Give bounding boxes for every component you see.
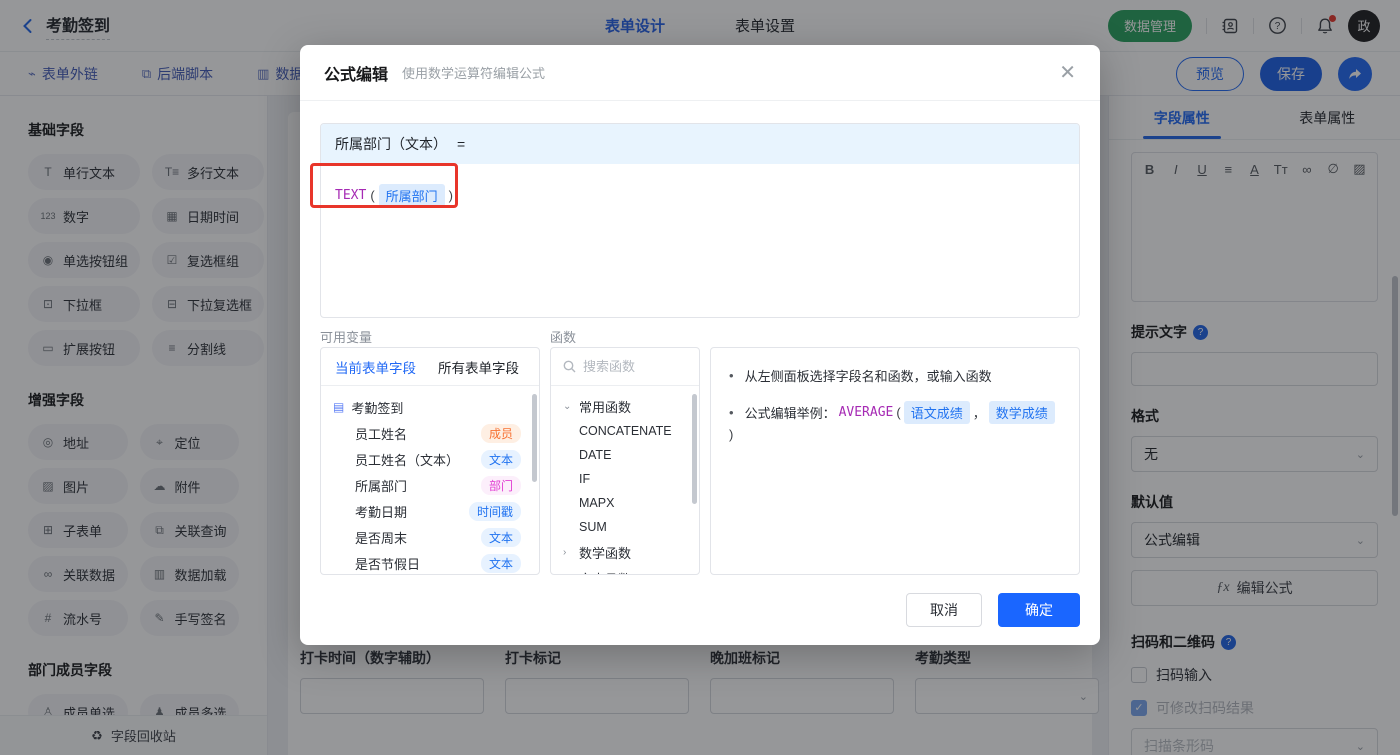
field-type-badge: 成员 xyxy=(480,423,521,443)
function-search xyxy=(551,348,699,386)
variable-item[interactable]: 考勤日期 时间戳 xyxy=(333,498,529,524)
example-field-token: 数学成绩 xyxy=(988,401,1055,424)
variable-item[interactable]: 是否节假日 文本 xyxy=(333,550,529,574)
formula-help-panel: 从左侧面板选择字段名和函数，或输入函数 公式编辑举例： AVERAGE ( 语文… xyxy=(710,347,1080,575)
variable-item[interactable]: 所属部门 部门 xyxy=(333,472,529,498)
field-type-badge: 文本 xyxy=(480,527,521,547)
formula-expression[interactable]: TEXT ( 所属部门 ) xyxy=(321,164,1079,227)
formula-equals: = xyxy=(457,136,466,152)
modal-header: 公式编辑 使用数学运算符编辑公式 ✕ xyxy=(300,45,1100,101)
modal-subtitle: 使用数学运算符编辑公式 xyxy=(402,66,546,81)
variables-panel: 当前表单字段 所有表单字段 ▤ 考勤签到 员工姓名 成员 员工姓名（文本） 文本 xyxy=(320,347,540,575)
modal-title: 公式编辑 xyxy=(324,66,389,84)
form-doc-icon: ▤ xyxy=(333,400,345,414)
formula-editor-modal: 公式编辑 使用数学运算符编辑公式 ✕ 所属部门（文本） = TEXT ( 所属部… xyxy=(300,45,1100,645)
variable-item[interactable]: 员工姓名（文本） 文本 xyxy=(333,446,529,472)
app-window: 考勤签到 表单设计 表单设置 数据管理 ? 政 ⌁ 表单外链 ⧉ 后端脚本 ▥ … xyxy=(0,0,1400,755)
help-tip-1: 从左侧面板选择字段名和函数，或输入函数 xyxy=(729,366,1061,385)
chevron-down-icon: ⌄ xyxy=(563,400,572,412)
formula-close-paren: ) xyxy=(448,188,454,203)
tab-current-form-fields[interactable]: 当前表单字段 xyxy=(335,357,416,377)
function-item[interactable]: DATE xyxy=(563,443,687,467)
variables-scrollbar[interactable] xyxy=(532,394,537,482)
functions-scrollbar[interactable] xyxy=(692,394,697,504)
function-item[interactable]: CONCATENATE xyxy=(563,419,687,443)
chevron-right-icon: › xyxy=(563,573,573,575)
variables-section-label: 可用变量 xyxy=(320,330,373,345)
function-group-common[interactable]: ⌄ 常用函数 xyxy=(563,393,687,419)
confirm-button[interactable]: 确定 xyxy=(998,593,1080,627)
formula-target-row: 所属部门（文本） = xyxy=(321,124,1079,164)
variable-item[interactable]: 是否周末 文本 xyxy=(333,524,529,550)
formula-function-name: TEXT xyxy=(335,188,367,203)
variable-item[interactable]: 员工姓名 成员 xyxy=(333,420,529,446)
formula-editor-box[interactable]: 所属部门（文本） = TEXT ( 所属部门 ) xyxy=(320,123,1080,318)
function-group-text[interactable]: › 文本函数 xyxy=(563,565,687,575)
function-search-input[interactable] xyxy=(583,359,673,374)
function-item[interactable]: SUM xyxy=(563,515,687,539)
field-type-badge: 文本 xyxy=(480,553,521,573)
variable-form-node[interactable]: ▤ 考勤签到 xyxy=(333,394,529,420)
formula-target-field: 所属部门（文本） xyxy=(335,136,447,152)
tab-all-form-fields[interactable]: 所有表单字段 xyxy=(438,357,519,377)
search-icon xyxy=(563,360,576,373)
field-type-badge: 时间戳 xyxy=(468,501,521,521)
formula-field-token[interactable]: 所属部门 xyxy=(378,184,445,207)
close-icon[interactable]: ✕ xyxy=(1059,63,1076,83)
example-field-token: 语文成绩 xyxy=(903,401,970,424)
field-type-badge: 文本 xyxy=(480,449,521,469)
function-item[interactable]: MAPX xyxy=(563,491,687,515)
help-tip-2: 公式编辑举例： AVERAGE ( 语文成绩 ， 数学成绩 ) xyxy=(729,401,1061,442)
function-item[interactable]: IF xyxy=(563,467,687,491)
example-function-name: AVERAGE xyxy=(838,405,894,420)
formula-open-paren: ( xyxy=(370,188,375,203)
function-group-math[interactable]: › 数学函数 xyxy=(563,539,687,565)
cancel-button[interactable]: 取消 xyxy=(906,593,982,627)
chevron-right-icon: › xyxy=(563,546,567,558)
field-type-badge: 部门 xyxy=(480,475,521,495)
functions-section-label: 函数 xyxy=(550,330,577,345)
functions-panel: ⌄ 常用函数 CONCATENATE DATE IF MAPX SUM › 数学… xyxy=(550,347,700,575)
